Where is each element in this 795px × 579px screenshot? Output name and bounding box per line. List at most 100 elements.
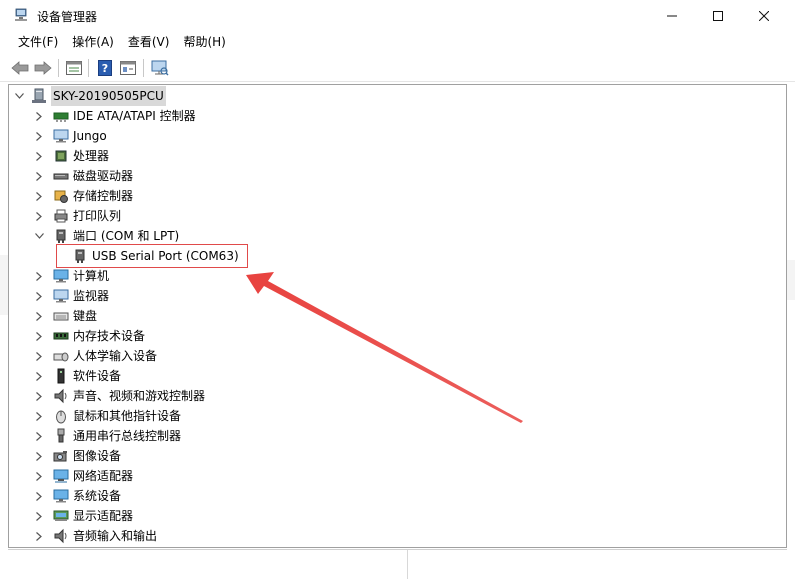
tree-item-label: 内存技术设备: [73, 329, 146, 343]
tree-item-label: 磁盘驱动器: [73, 169, 134, 183]
tree-item[interactable]: Jungo: [33, 126, 107, 146]
status-bar: [8, 549, 787, 579]
expand-chevron-icon[interactable]: [33, 466, 45, 486]
expand-chevron-icon[interactable]: [33, 166, 45, 186]
sound-icon: [53, 388, 69, 404]
tree-item-label: 打印队列: [73, 209, 122, 223]
keyboard-icon: [53, 308, 69, 324]
software-device-icon: [53, 368, 69, 384]
tree-item[interactable]: 键盘: [33, 306, 97, 326]
memory-icon: [53, 328, 69, 344]
expand-chevron-icon[interactable]: [33, 446, 45, 466]
menu-help[interactable]: 帮助(H): [176, 31, 232, 54]
tree-item-label: 计算机: [73, 269, 110, 283]
tree-item[interactable]: 通用串行总线控制器: [33, 426, 181, 446]
tree-item[interactable]: 内存技术设备: [33, 326, 145, 346]
expand-chevron-icon[interactable]: [33, 386, 45, 406]
menu-view[interactable]: 查看(V): [121, 31, 177, 54]
expand-chevron-icon[interactable]: [33, 426, 45, 446]
scan-hardware-button[interactable]: [150, 58, 170, 78]
tree-item[interactable]: 系统设备: [33, 486, 121, 506]
maximize-icon: [713, 10, 723, 21]
close-button[interactable]: [741, 0, 787, 31]
port-icon: [53, 228, 69, 244]
tree-item-label: 网络适配器: [73, 469, 134, 483]
collapse-chevron-icon[interactable]: [13, 86, 25, 106]
expand-chevron-icon[interactable]: [33, 266, 45, 286]
system-device-icon: [53, 488, 69, 504]
status-cell-secondary: [408, 550, 787, 579]
properties-icon: [66, 61, 82, 75]
expand-chevron-icon[interactable]: [33, 406, 45, 426]
close-icon: [759, 10, 769, 21]
tree-item[interactable]: 存储控制器: [33, 186, 133, 206]
device-tree[interactable]: SKY-20190505PCU IDE ATA/ATAPI 控制器 Jungo 处理…: [8, 84, 787, 548]
tree-root[interactable]: SKY-20190505PCU: [13, 86, 166, 106]
expand-chevron-icon[interactable]: [33, 186, 45, 206]
tree-item[interactable]: 显示适配器: [33, 506, 133, 526]
tree-item[interactable]: 声音、视频和游戏控制器: [33, 386, 205, 406]
expand-chevron-icon[interactable]: [33, 506, 45, 526]
tree-item-label: 端口 (COM 和 LPT): [73, 229, 180, 243]
toolbar-separator: [58, 59, 59, 77]
menu-action[interactable]: 操作(A): [65, 31, 121, 54]
update-driver-icon: [120, 61, 136, 75]
tree-item[interactable]: 网络适配器: [33, 466, 133, 486]
title-bar[interactable]: 设备管理器: [0, 0, 795, 31]
tree-item[interactable]: 端口 (COM 和 LPT): [33, 226, 179, 246]
tree-item[interactable]: 打印队列: [33, 206, 121, 226]
expand-chevron-icon[interactable]: [33, 526, 45, 546]
device-manager-window: 设备管理器 文件(F) 操作(A) 查看(V) 帮助(H) ? SKY-2019…: [0, 0, 795, 579]
expand-chevron-icon[interactable]: [33, 126, 45, 146]
help-button[interactable]: ?: [95, 58, 115, 78]
collapse-chevron-icon[interactable]: [33, 226, 45, 246]
expand-chevron-icon[interactable]: [33, 146, 45, 166]
monitor-icon: [53, 128, 69, 144]
menu-bar: 文件(F) 操作(A) 查看(V) 帮助(H): [0, 31, 795, 54]
tree-item[interactable]: 软件设备: [33, 366, 121, 386]
tree-item-label: 人体学输入设备: [73, 349, 158, 363]
tree-item[interactable]: 计算机: [33, 266, 109, 286]
tree-item[interactable]: 磁盘驱动器: [33, 166, 133, 186]
computer-monitor-icon: [53, 268, 69, 284]
background-window-edge-right: [787, 260, 795, 300]
expand-chevron-icon[interactable]: [33, 346, 45, 366]
tree-item-label: 键盘: [73, 309, 98, 323]
expand-chevron-icon[interactable]: [33, 306, 45, 326]
forward-icon: [34, 61, 52, 75]
ide-controller-icon: [53, 108, 69, 124]
expand-chevron-icon[interactable]: [33, 366, 45, 386]
tree-item[interactable]: 音频输入和输出: [33, 526, 157, 546]
back-icon: [11, 61, 29, 75]
menu-file[interactable]: 文件(F): [11, 31, 65, 54]
tree-item[interactable]: 人体学输入设备: [33, 346, 157, 366]
back-button[interactable]: [10, 58, 30, 78]
expand-chevron-icon[interactable]: [33, 326, 45, 346]
expand-chevron-icon[interactable]: [33, 206, 45, 226]
tree-item[interactable]: IDE ATA/ATAPI 控制器: [33, 106, 196, 126]
monitor-icon: [53, 288, 69, 304]
tree-item-label: 系统设备: [73, 489, 122, 503]
scan-hardware-icon: [151, 60, 169, 76]
tree-item[interactable]: 监视器: [33, 286, 109, 306]
tree-item-label: 图像设备: [73, 449, 122, 463]
expand-chevron-icon[interactable]: [33, 486, 45, 506]
tree-item[interactable]: 图像设备: [33, 446, 121, 466]
display-adapter-icon: [53, 508, 69, 524]
tree-item[interactable]: 鼠标和其他指针设备: [33, 406, 181, 426]
update-driver-button[interactable]: [118, 58, 138, 78]
tree-item-label: 显示适配器: [73, 509, 134, 523]
camera-icon: [53, 448, 69, 464]
expand-chevron-icon[interactable]: [33, 286, 45, 306]
tree-root-label: SKY-20190505PCU: [51, 86, 166, 106]
computer-icon: [31, 88, 47, 104]
minimize-button[interactable]: [649, 0, 695, 31]
tree-item[interactable]: 处理器: [33, 146, 109, 166]
usb-icon: [53, 428, 69, 444]
properties-button[interactable]: [64, 58, 84, 78]
forward-button[interactable]: [33, 58, 53, 78]
background-window-edge-left: [0, 255, 8, 315]
tree-item-label: 存储控制器: [73, 189, 134, 203]
maximize-button[interactable]: [695, 0, 741, 31]
expand-chevron-icon[interactable]: [33, 106, 45, 126]
